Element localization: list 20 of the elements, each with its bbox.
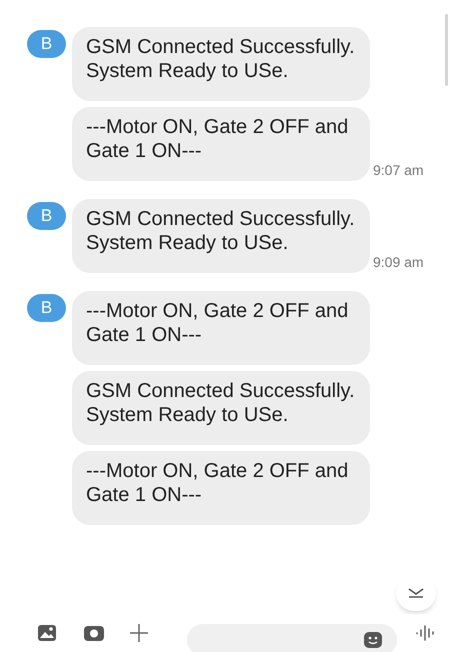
voice-icon[interactable] xyxy=(415,624,437,642)
message-bubble: GSM Connected Successfully. System Ready to USe. xyxy=(72,371,370,445)
gallery-icon[interactable] xyxy=(37,624,57,642)
message-bubble: GSM Connected Successfully. System Ready to USe. xyxy=(72,199,370,273)
sticker-icon[interactable] xyxy=(363,631,383,649)
message-input-field[interactable] xyxy=(187,624,397,652)
message-bubble: ---Motor ON, Gate 2 OFF and Gate 1 ON--- xyxy=(72,107,370,181)
sender-avatar[interactable]: B xyxy=(27,202,66,230)
chevron-down-icon xyxy=(407,587,425,599)
message-time: 9:07 am xyxy=(373,161,424,180)
message-bubble: ---Motor ON, Gate 2 OFF and Gate 1 ON--- xyxy=(72,451,370,525)
message-time: 9:09 am xyxy=(373,253,424,272)
scroll-down-button[interactable] xyxy=(396,575,436,611)
message-bubble: GSM Connected Successfully. System Ready to USe. xyxy=(72,27,370,101)
plus-icon[interactable] xyxy=(129,623,149,643)
scroll-bar xyxy=(445,14,448,86)
camera-icon[interactable] xyxy=(83,624,105,642)
message-bubble: ---Motor ON, Gate 2 OFF and Gate 1 ON--- xyxy=(72,291,370,365)
sender-avatar[interactable]: B xyxy=(27,294,66,322)
sender-avatar[interactable]: B xyxy=(27,30,66,58)
